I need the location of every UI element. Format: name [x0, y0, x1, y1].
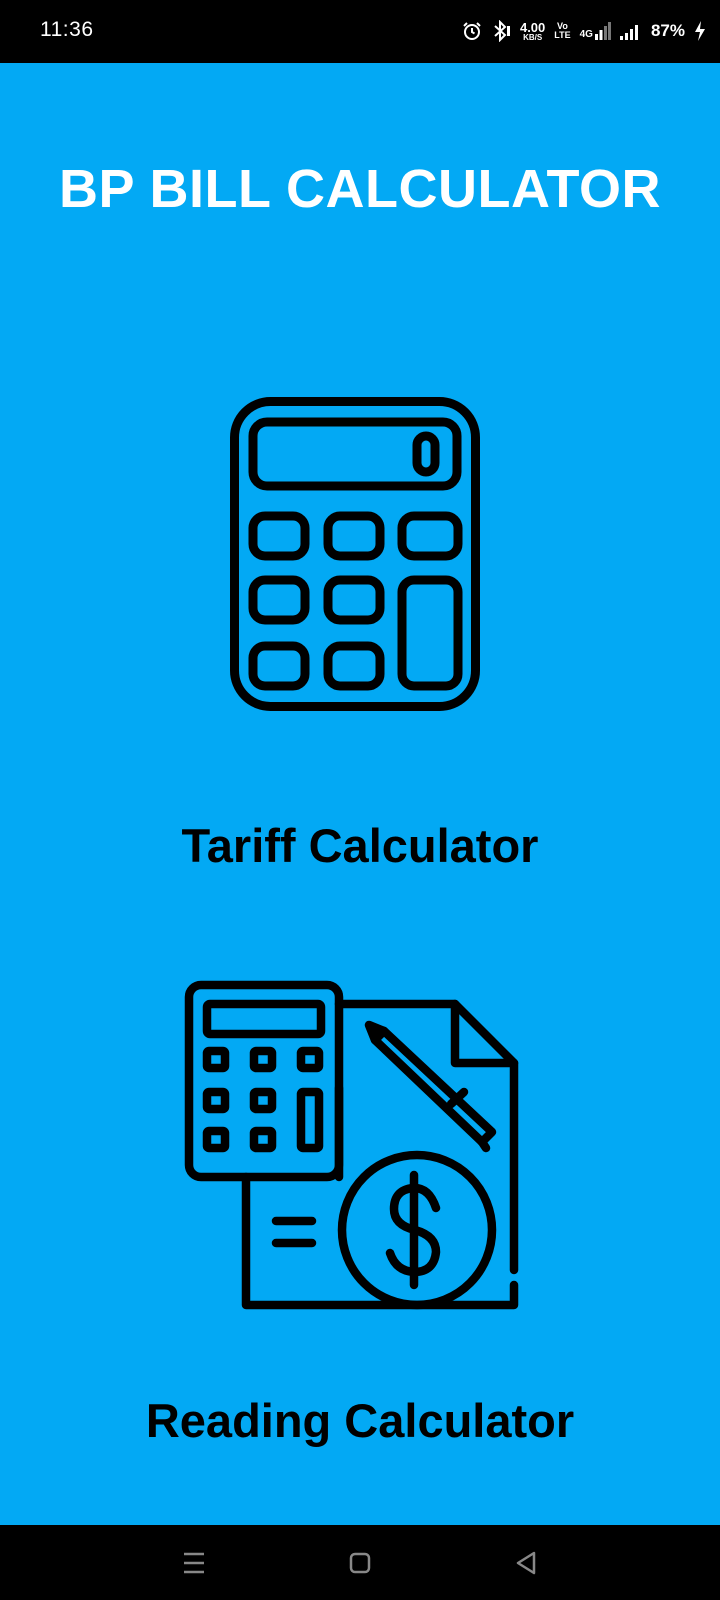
network-speed: 4.00 KB/S: [520, 21, 545, 42]
signal-icon: [594, 22, 611, 40]
battery-percent: 87%: [650, 21, 685, 40]
volte-indicator: Vo LTE: [554, 22, 570, 40]
back-icon[interactable]: [508, 1545, 544, 1581]
network-type: 4G: [579, 29, 593, 40]
volte-bottom: LTE: [554, 30, 571, 40]
status-bar: 11:36 4.00 KB/S Vo LTE 4G 87%: [0, 0, 720, 63]
navigation-bar: [0, 1525, 720, 1600]
bluetooth-icon: [494, 20, 510, 42]
calculator-icon: [230, 397, 480, 711]
home-icon[interactable]: [342, 1545, 378, 1581]
alarm-icon: [463, 22, 481, 40]
network-speed-unit: KB/S: [523, 32, 543, 42]
signal-4g: 4G: [580, 22, 611, 40]
app-screen: BP BILL CALCULATOR Tariff Calculator Rea…: [0, 63, 720, 1525]
reading-calculator-button[interactable]: Reading Calculator: [60, 973, 660, 1493]
tariff-calculator-label: Tariff Calculator: [181, 819, 539, 872]
network-speed-value: 4.00: [519, 19, 546, 35]
battery-charging-icon: [695, 21, 705, 41]
status-time: 11:36: [40, 18, 94, 41]
status-icons: 4.00 KB/S Vo LTE 4G 87%: [462, 18, 706, 44]
menu-icon[interactable]: [176, 1545, 212, 1581]
bill-reading-icon: [184, 980, 519, 1310]
page-title: BP BILL CALCULATOR: [59, 159, 661, 219]
reading-calculator-label: Reading Calculator: [145, 1394, 575, 1447]
signal-icon-2: [619, 25, 638, 40]
tariff-calculator-button[interactable]: Tariff Calculator: [60, 393, 660, 893]
